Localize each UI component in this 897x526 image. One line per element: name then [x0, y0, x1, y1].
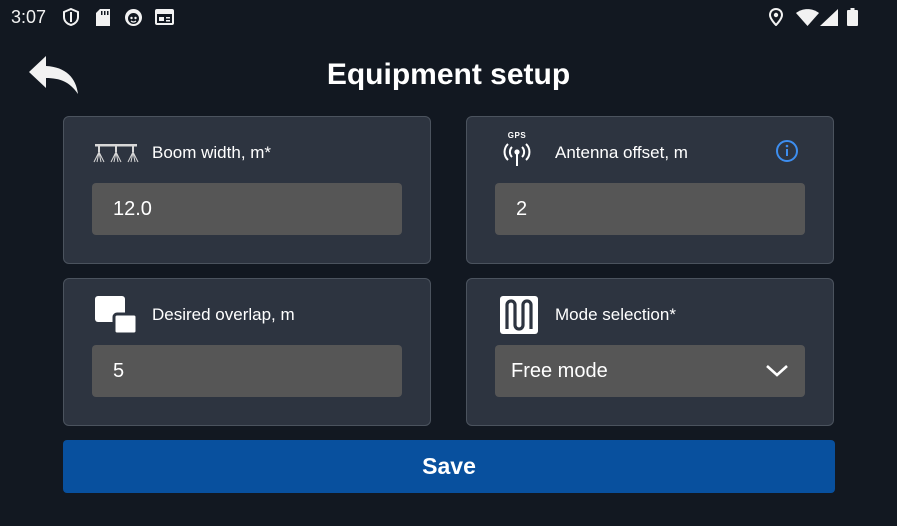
boom-width-input[interactable] [92, 183, 402, 235]
boom-sprayer-icon [92, 133, 140, 173]
status-time: 3:07 [11, 7, 47, 27]
gps-caption: GPS [507, 130, 527, 140]
status-bar: 3:07 [0, 0, 897, 34]
news-icon [154, 8, 174, 26]
face-icon [123, 8, 143, 26]
mode-select[interactable]: Free mode [495, 345, 805, 397]
mode-selection-label: Mode selection* [555, 305, 676, 324]
save-button[interactable]: Save [63, 440, 835, 493]
desired-overlap-input[interactable] [92, 345, 402, 397]
desired-overlap-label: Desired overlap, m [152, 305, 295, 324]
mode-select-value: Free mode [511, 359, 608, 382]
mode-selection-card: Mode selection* Free mode [466, 278, 834, 426]
shield-icon [62, 8, 80, 26]
boom-width-label: Boom width, m* [152, 143, 272, 162]
info-icon[interactable] [775, 139, 799, 163]
equipment-setup-screen: 3:07 Equipment setup Boom width, m* 12.0… [0, 0, 897, 526]
wifi-icon [795, 8, 819, 26]
zigzag-path-icon [495, 295, 543, 335]
antenna-offset-label: Antenna offset, m [555, 143, 688, 162]
gps-antenna-icon: GPS [493, 129, 541, 169]
overlap-icon [92, 295, 140, 335]
antenna-offset-card: GPS Antenna offset, m [466, 116, 834, 264]
battery-icon [845, 8, 859, 26]
chevron-down-icon [766, 365, 788, 377]
antenna-offset-input[interactable] [495, 183, 805, 235]
sd-card-icon [95, 8, 111, 26]
signal-icon [819, 8, 839, 26]
boom-width-card: Boom width, m* [63, 116, 431, 264]
page-title: Equipment setup [326, 58, 571, 91]
location-icon [767, 8, 785, 26]
desired-overlap-card: Desired overlap, m [63, 278, 431, 426]
